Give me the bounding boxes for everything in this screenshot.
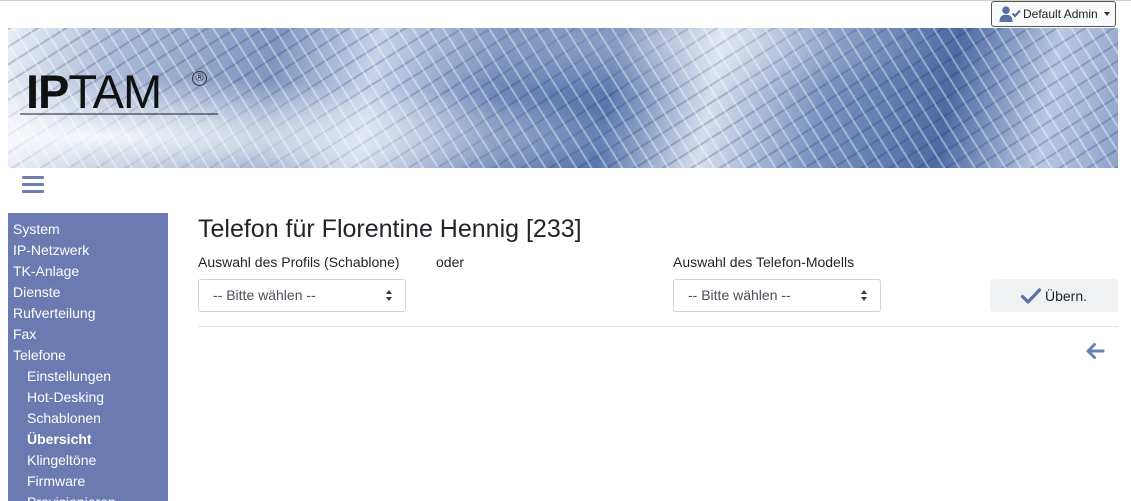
chevron-down-icon [1103,12,1110,16]
model-select-value: -- Bitte wählen -- [688,287,791,303]
user-menu-button[interactable]: Default Admin [991,1,1116,27]
profile-label: Auswahl des Profils (Schablone) [198,254,400,270]
sidebar-item-firmware[interactable]: Firmware [8,471,168,492]
menu-toggle-icon[interactable] [22,176,44,194]
user-check-icon [999,6,1021,22]
user-menu-label: Default Admin [1023,7,1098,21]
sidebar-item-hot-desking[interactable]: Hot-Desking [8,387,168,408]
profile-select[interactable]: -- Bitte wählen -- [198,279,406,312]
sidebar-item-uebersicht[interactable]: Übersicht [8,429,168,450]
select-arrows-icon [861,290,868,302]
sidebar-item-rufverteilung[interactable]: Rufverteilung [8,303,168,324]
iptam-logo: IPTAM [26,65,162,118]
sidebar-item-klingeltoene[interactable]: Klingeltöne [8,450,168,471]
logo-text-bold: IP [26,65,69,118]
sidebar-item-tk-anlage[interactable]: TK-Anlage [8,261,168,282]
top-border [0,0,1131,1]
sidebar-item-fax[interactable]: Fax [8,324,168,345]
check-icon [1020,287,1041,304]
page-title: Telefon für Florentine Hennig [233] [198,215,582,243]
sidebar-item-telefone[interactable]: Telefone [8,345,168,366]
sidebar-item-dienste[interactable]: Dienste [8,282,168,303]
profile-select-value: -- Bitte wählen -- [213,287,316,303]
sidebar-item-system[interactable]: System [8,219,168,240]
model-select[interactable]: -- Bitte wählen -- [673,279,881,312]
sidebar-item-schablonen[interactable]: Schablonen [8,408,168,429]
header-banner: IPTAM ® [8,28,1118,168]
apply-button-label: Übern. [1044,287,1088,304]
arrow-left-icon[interactable] [1085,342,1105,360]
sidebar-nav: System IP-Netzwerk TK-Anlage Dienste Ruf… [8,213,168,501]
model-label: Auswahl des Telefon-Modells [673,254,855,270]
apply-button[interactable]: Übern. [990,279,1118,312]
sidebar-item-provisionieren[interactable]: Provisionieren [8,492,168,501]
sidebar-item-einstellungen[interactable]: Einstellungen [8,366,168,387]
logo-underline [20,113,218,115]
banner-glow [8,28,1118,168]
sidebar-item-ip-netzwerk[interactable]: IP-Netzwerk [8,240,168,261]
select-arrows-icon [386,290,393,302]
or-label: oder [436,254,465,270]
logo-text-light: TAM [68,65,162,118]
registered-mark: ® [192,71,207,86]
divider [198,326,1118,327]
